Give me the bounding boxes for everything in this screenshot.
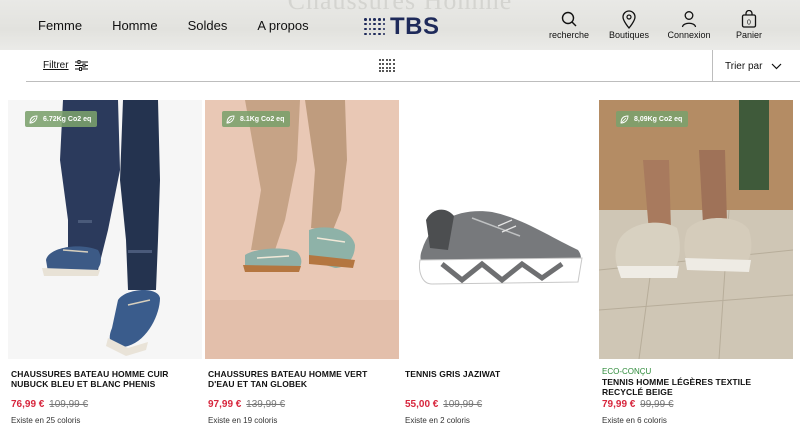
product-title[interactable]: TENNIS HOMME LÉGÈRES TEXTILE RECYCLÉ BEI… [602, 377, 790, 399]
listing-toolbar: Filtrer Trier par [26, 50, 800, 82]
sort-dropdown[interactable]: Trier par [712, 50, 800, 82]
product-card[interactable]: 8.1Kg Co2 eq CHAUSSURES BATEAU HOMME VER… [205, 100, 399, 424]
co2-badge: 8,09Kg Co2 eq [616, 111, 689, 127]
cart-button[interactable]: 0 Panier [724, 8, 774, 40]
product-card[interactable]: TENNIS GRIS JAZIWAT 55,00 € 109,99 € Exi… [402, 100, 596, 424]
product-card[interactable]: 8,09Kg Co2 eq ECO-CONÇU TENNIS HOMME LÉG… [599, 100, 793, 424]
grid-view-toggle-icon[interactable] [379, 59, 395, 73]
tbs-logo[interactable]: TBS [364, 13, 440, 41]
co2-badge-text: 8.1Kg Co2 eq [240, 115, 285, 123]
logo-text: TBS [390, 13, 440, 40]
chevron-down-icon [771, 63, 782, 69]
product-colors-count: Existe en 19 coloris [208, 416, 278, 424]
login-button[interactable]: Connexion [664, 8, 714, 40]
leaf-icon [620, 115, 629, 123]
product-old-price: 139,99 € [246, 399, 286, 410]
nav-homme[interactable]: Homme [112, 18, 158, 33]
product-old-price: 109,99 € [49, 399, 89, 410]
product-colors-count: Existe en 6 coloris [602, 416, 667, 424]
product-old-price: 109,99 € [443, 399, 483, 410]
product-title[interactable]: CHAUSSURES BATEAU HOMME VERT D'EAU ET TA… [208, 369, 396, 399]
co2-badge: 6.72Kg Co2 eq [25, 111, 98, 127]
product-colors-count: Existe en 25 coloris [11, 416, 81, 424]
main-nav: Femme Homme Soldes A propos [38, 18, 309, 33]
product-title[interactable]: CHAUSSURES BATEAU HOMME CUIR NUBUCK BLEU… [11, 369, 199, 399]
co2-badge-text: 8,09Kg Co2 eq [634, 115, 683, 123]
product-colors-count: Existe en 2 coloris [405, 416, 470, 424]
product-image[interactable] [402, 100, 596, 359]
product-price: 79,99 € [602, 399, 636, 410]
product-photo-beige-sneakers-street [599, 100, 793, 359]
cart-count: 0 [747, 20, 751, 27]
leaf-icon [226, 115, 235, 123]
search-button[interactable]: recherche [544, 8, 594, 40]
product-photo-jeans-boat-shoes [8, 100, 202, 359]
product-price: 97,99 € [208, 399, 242, 410]
location-pin-icon [604, 8, 654, 30]
stores-label: Boutiques [608, 30, 650, 40]
nav-femme[interactable]: Femme [38, 18, 82, 33]
product-card[interactable]: 6.72Kg Co2 eq CHAUSSURES BATEAU HOMME CU… [8, 100, 202, 424]
site-header: Chaussures Homme Femme Homme Soldes A pr… [0, 0, 800, 50]
filter-button[interactable]: Filtrer [43, 60, 88, 71]
logo-dots-icon [364, 18, 386, 36]
nav-soldes[interactable]: Soldes [188, 18, 228, 33]
product-image[interactable]: 8.1Kg Co2 eq [205, 100, 399, 359]
leaf-icon [29, 115, 38, 123]
product-price: 55,00 € [405, 399, 439, 410]
cart-label: Panier [735, 30, 762, 40]
co2-badge-text: 6.72Kg Co2 eq [43, 115, 92, 123]
product-title[interactable]: TENNIS GRIS JAZIWAT [405, 369, 593, 399]
sort-label: Trier par [725, 60, 763, 72]
bag-icon: 0 [724, 8, 774, 30]
product-image[interactable]: 6.72Kg Co2 eq [8, 100, 202, 359]
eco-label: ECO-CONÇU [602, 367, 652, 376]
header-actions: recherche Boutiques Connexion 0 Panier [544, 8, 774, 40]
product-old-price: 99,99 € [640, 399, 674, 410]
user-icon [664, 8, 714, 30]
search-label: recherche [548, 30, 590, 40]
product-photo-chinos-boat-shoes [205, 100, 399, 359]
search-icon [544, 8, 594, 30]
product-price: 76,99 € [11, 399, 45, 410]
filter-sliders-icon [74, 60, 88, 71]
product-photo-grey-sneaker [402, 100, 596, 359]
filter-label: Filtrer [43, 60, 69, 71]
nav-a-propos[interactable]: A propos [257, 18, 308, 33]
stores-button[interactable]: Boutiques [604, 8, 654, 40]
login-label: Connexion [667, 30, 711, 40]
product-image[interactable]: 8,09Kg Co2 eq [599, 100, 793, 359]
co2-badge: 8.1Kg Co2 eq [222, 111, 291, 127]
